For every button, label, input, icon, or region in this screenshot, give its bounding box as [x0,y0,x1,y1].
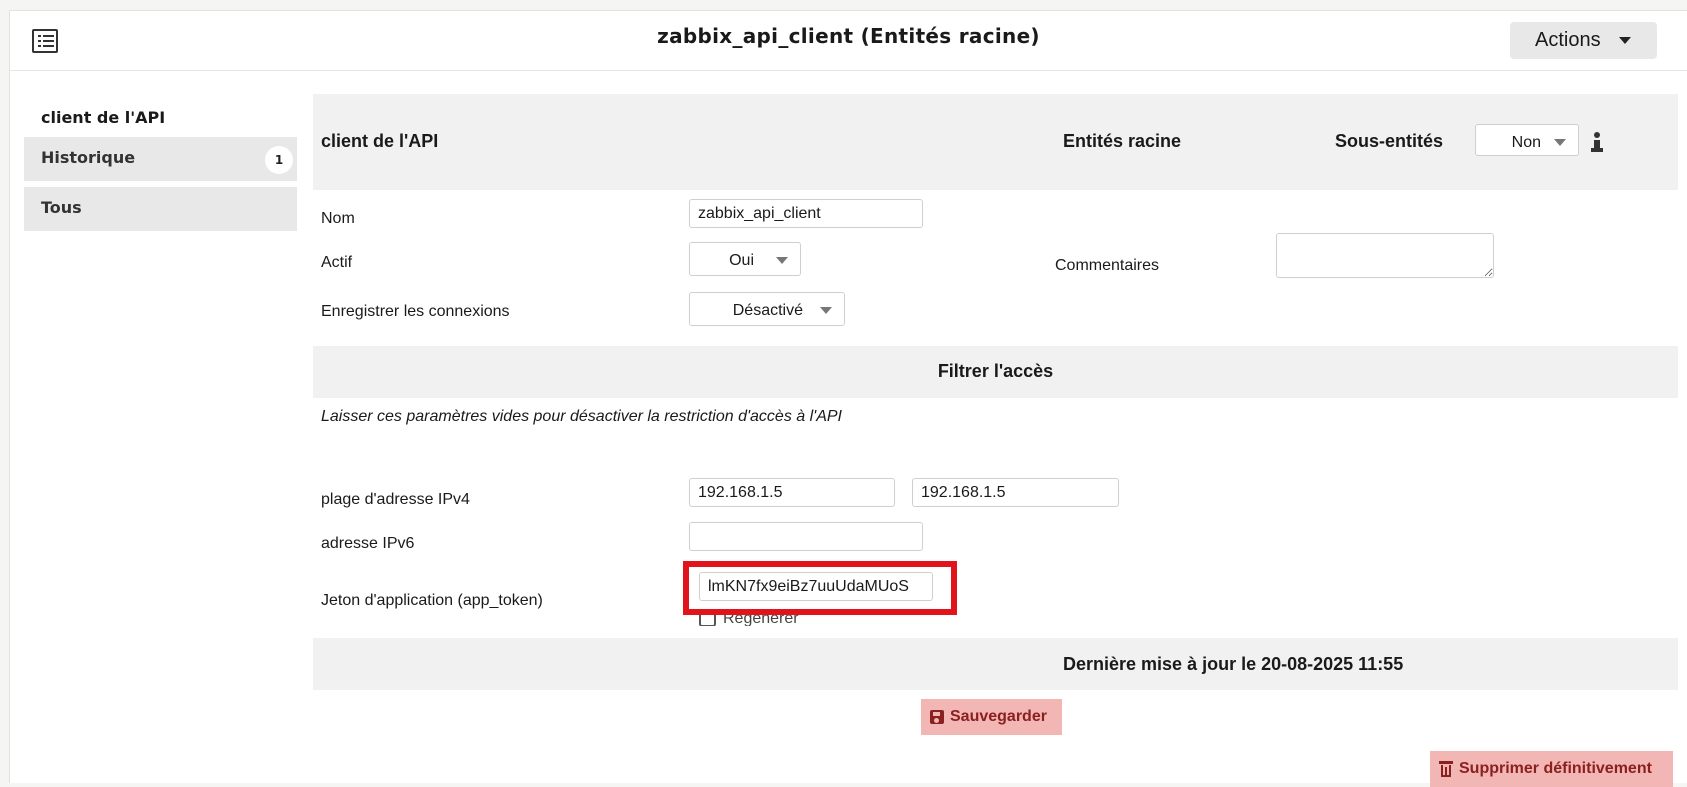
app-token-input[interactable]: lmKN7fx9eiBz7uuUdaMUoS [699,572,933,601]
form-header: client de l'API Entités racine Sous-enti… [313,94,1678,190]
save-button[interactable]: Sauvegarder [921,699,1062,735]
floppy-disk-icon [930,710,944,724]
filter-section-header: Filtrer l'accès [313,346,1678,398]
chevron-down-icon [1554,139,1566,146]
subentities-label: Sous-entités [1335,131,1444,151]
form-panel: client de l'API Entités racine Sous-enti… [313,94,1678,787]
info-icon[interactable] [1591,132,1603,152]
ipv6-input[interactable] [689,522,923,551]
ipv4-start-input[interactable]: 192.168.1.5 [689,478,895,507]
actions-button[interactable]: Actions [1510,22,1657,59]
regenerate-checkbox[interactable] [699,610,716,626]
last-update-text: Dernière mise à jour le 20-08-2025 11:55 [1063,654,1404,674]
page-title: zabbix_api_client (Entités racine) [657,24,1040,48]
name-label: Nom [321,210,355,227]
name-input[interactable]: zabbix_api_client [689,199,923,228]
active-select[interactable]: Oui [689,242,801,276]
chevron-down-icon [776,257,788,264]
subentities-value: Non [1511,134,1541,151]
delete-label: Supprimer définitivement [1459,760,1652,777]
regenerate-label: Regénérer [723,610,799,626]
regenerate-option[interactable]: Regénérer [699,606,819,626]
comments-label: Commentaires [1055,257,1160,274]
log-connections-label: Enregistrer les connexions [321,303,510,320]
trash-icon [1439,761,1453,777]
sidebar-item-historique[interactable]: Historique 1 [24,137,297,181]
log-connections-select[interactable]: Désactivé [689,292,845,326]
save-label: Sauvegarder [950,708,1047,725]
ipv4-range-label: plage d'adresse IPv4 [321,491,470,508]
comments-textarea[interactable] [1276,233,1494,278]
sidebar-item-label: Historique [41,148,136,167]
delete-permanently-button[interactable]: Supprimer définitivement [1430,751,1673,787]
log-connections-value: Désactivé [732,302,803,319]
subentities-select[interactable]: Non [1475,124,1579,156]
count-badge: 1 [265,146,293,174]
app-frame: zabbix_api_client (Entités racine) Actio… [9,10,1687,787]
last-update-band: Dernière mise à jour le 20-08-2025 11:55 [313,638,1678,690]
ipv6-label: adresse IPv6 [321,535,415,552]
actions-label: Actions [1535,29,1601,51]
filter-hint: Laisser ces paramètres vides pour désact… [321,408,842,425]
filter-title: Filtrer l'accès [937,361,1054,381]
sidebar-item-label: Tous [41,198,82,217]
top-bar: zabbix_api_client (Entités racine) Actio… [10,11,1687,71]
ipv4-end-input[interactable]: 192.168.1.5 [912,478,1119,507]
app-token-label: Jeton d'application (app_token) [321,592,543,609]
form-type-label: client de l'API [321,131,439,151]
active-value: Oui [729,252,754,269]
entity-label: Entités racine [1063,131,1182,151]
sidebar-heading: client de l'API [41,108,166,127]
sidebar: client de l'API Historique 1 Tous [24,91,297,237]
chevron-down-icon [820,307,832,314]
sidebar-item-tous[interactable]: Tous [24,187,297,231]
caret-down-icon [1619,37,1631,44]
active-label: Actif [321,254,353,271]
